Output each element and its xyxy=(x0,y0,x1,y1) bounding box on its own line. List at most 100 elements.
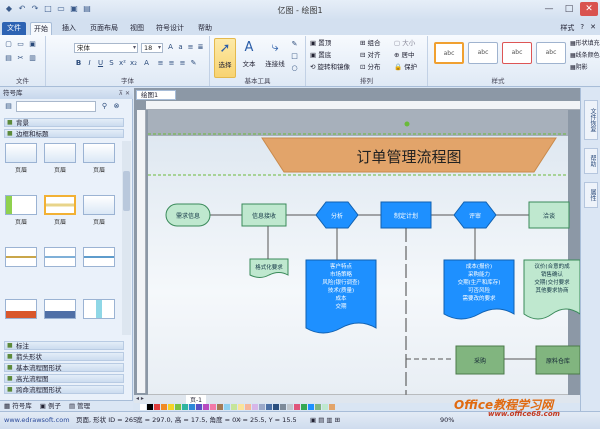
ellipse-icon[interactable]: ○ xyxy=(290,64,299,73)
center-button[interactable]: ⊕ 居中 xyxy=(394,51,415,60)
bring-front-button[interactable]: ▣ 置顶 xyxy=(310,39,331,48)
category-background[interactable]: 背景 xyxy=(4,118,124,127)
close-button[interactable]: ✕ xyxy=(580,2,598,16)
color-swatch[interactable] xyxy=(196,404,202,410)
rotate-mirror-button[interactable]: ⟲ 旋转和镜像 xyxy=(310,63,350,72)
category-callouts[interactable]: 标注 xyxy=(4,341,124,350)
diagram-title[interactable]: 订单管理流程图 xyxy=(262,146,556,167)
tab-symbol-design[interactable]: 符号设计 xyxy=(154,22,186,35)
library-menu-icon[interactable]: ▤ xyxy=(4,102,13,111)
color-swatch[interactable] xyxy=(301,404,307,410)
symbol-header-10[interactable] xyxy=(4,299,38,333)
color-swatch[interactable] xyxy=(238,404,244,410)
list-icon[interactable]: ≡ xyxy=(186,43,195,52)
style-swatch-4[interactable]: abc xyxy=(536,42,566,64)
color-swatch[interactable] xyxy=(224,404,230,410)
style-menu[interactable]: 样式 xyxy=(560,23,574,33)
group-button[interactable]: ⊞ 组合 xyxy=(360,39,381,48)
open-file-icon[interactable]: ▭ xyxy=(16,40,25,49)
status-site-link[interactable]: www.edrawsoft.com xyxy=(4,412,70,429)
zoom-level[interactable]: 90% xyxy=(440,412,454,429)
color-swatch[interactable] xyxy=(294,404,300,410)
italic-icon[interactable]: I xyxy=(85,59,94,68)
view-mode-icons[interactable]: ▣ ▤ ▥ ⊞ xyxy=(310,412,340,429)
line-color-button[interactable]: ▦线条颜色 xyxy=(570,51,600,60)
tab-view[interactable]: 视图 xyxy=(126,22,148,35)
style-swatch-2[interactable]: abc xyxy=(468,42,498,64)
color-swatch[interactable] xyxy=(231,404,237,410)
color-swatch[interactable] xyxy=(147,404,153,410)
color-swatch[interactable] xyxy=(175,404,181,410)
help-icon[interactable]: ? xyxy=(580,23,584,33)
size-button[interactable]: ▢ 大小 xyxy=(394,39,415,48)
category-cross-functional[interactable]: 跨命流程图形状 xyxy=(4,385,124,394)
tab-right-help[interactable]: 帮助 xyxy=(584,148,598,174)
style-swatch-3[interactable]: abc xyxy=(502,42,532,64)
tab-page-layout[interactable]: 页面布局 xyxy=(88,22,120,35)
library-scroll-thumb[interactable] xyxy=(123,171,130,211)
tab-help[interactable]: 帮助 xyxy=(194,22,216,35)
color-swatch[interactable] xyxy=(168,404,174,410)
align-center-icon[interactable]: ≡ xyxy=(167,59,176,68)
color-swatch[interactable] xyxy=(140,404,146,410)
library-scrollbar[interactable] xyxy=(122,141,131,335)
cut-icon[interactable]: ✂ xyxy=(16,54,25,63)
color-swatch[interactable] xyxy=(273,404,279,410)
color-swatch[interactable] xyxy=(322,404,328,410)
symbol-header-11[interactable] xyxy=(43,299,77,333)
font-name-select[interactable]: 宋体 xyxy=(74,43,138,53)
tab-examples[interactable]: ▣ 例子 xyxy=(40,401,61,411)
color-swatch[interactable] xyxy=(252,404,258,410)
text-tool-button[interactable]: A 文本 xyxy=(238,38,260,78)
pin-close-icon[interactable]: ⊼ ✕ xyxy=(119,88,130,99)
align-right-icon[interactable]: ≡ xyxy=(178,59,187,68)
color-swatch[interactable] xyxy=(154,404,160,410)
tab-library[interactable]: ▦ 符号库 xyxy=(4,401,32,411)
strikethrough-icon[interactable]: S xyxy=(107,59,116,68)
maximize-button[interactable]: □ xyxy=(560,2,578,16)
page-nav-icon[interactable]: ◂ ▸ xyxy=(136,395,144,402)
color-swatch[interactable] xyxy=(287,404,293,410)
color-swatch[interactable] xyxy=(189,404,195,410)
shrink-font-icon[interactable]: a xyxy=(176,43,185,52)
tab-file-recovery[interactable]: 文件恢复 xyxy=(584,100,598,140)
tab-file[interactable]: 文件 xyxy=(2,22,26,35)
rectangle-icon[interactable]: □ xyxy=(290,52,299,61)
align-left-icon[interactable]: ≡ xyxy=(156,59,165,68)
symbol-header-4[interactable]: 页眉 xyxy=(4,195,38,229)
shape-fill-button[interactable]: ▦形状填充 xyxy=(570,39,600,48)
tab-manage[interactable]: ▤ 管理 xyxy=(69,401,90,411)
font-color-icon[interactable]: A xyxy=(142,59,151,68)
color-swatch[interactable] xyxy=(217,404,223,410)
color-swatch[interactable] xyxy=(280,404,286,410)
symbol-header-9[interactable] xyxy=(82,247,116,281)
minimize-button[interactable]: — xyxy=(540,2,558,16)
search-icon[interactable]: ⚲ xyxy=(100,102,109,111)
clear-search-icon[interactable]: ⊗ xyxy=(112,102,121,111)
category-basic-flowchart[interactable]: 基本流程图形状 xyxy=(4,363,124,372)
new-file-icon[interactable]: ▢ xyxy=(4,40,13,49)
color-swatch[interactable] xyxy=(308,404,314,410)
subscript-icon[interactable]: x₂ xyxy=(129,59,138,68)
category-arrows[interactable]: 箭头形状 xyxy=(4,352,124,361)
symbol-header-12[interactable] xyxy=(82,299,116,333)
protect-button[interactable]: 🔒 保护 xyxy=(394,63,417,72)
print-file-icon[interactable]: ▤ xyxy=(4,54,13,63)
superscript-icon[interactable]: x² xyxy=(118,59,127,68)
symbol-header-3[interactable]: 页眉 xyxy=(82,143,116,177)
format-painter-icon[interactable]: ✎ xyxy=(189,59,198,68)
bold-icon[interactable]: B xyxy=(74,59,83,68)
color-swatch[interactable] xyxy=(315,404,321,410)
color-swatch[interactable] xyxy=(161,404,167,410)
distribute-button[interactable]: ⊡ 分布 xyxy=(360,63,381,72)
symbol-header-6[interactable]: 页眉 xyxy=(82,195,116,229)
ribbon-close-icon[interactable]: ✕ xyxy=(590,23,596,33)
shadow-button[interactable]: ▦阴影 xyxy=(570,63,588,72)
font-size-select[interactable]: 18 xyxy=(141,43,163,53)
underline-icon[interactable]: U xyxy=(96,59,105,68)
color-swatch[interactable] xyxy=(329,404,335,410)
category-borders-titles[interactable]: 边框和标题 xyxy=(4,129,124,138)
symbol-header-7[interactable] xyxy=(4,247,38,281)
tab-insert[interactable]: 插入 xyxy=(58,22,80,35)
symbol-header-2[interactable]: 页眉 xyxy=(43,143,77,177)
